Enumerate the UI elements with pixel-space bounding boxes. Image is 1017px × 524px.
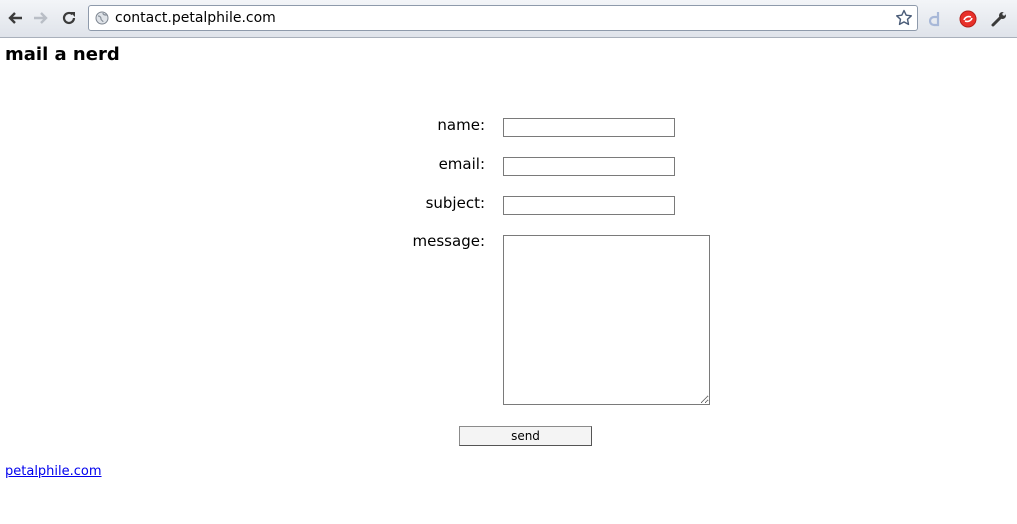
globe-icon <box>95 11 109 25</box>
forward-arrow-icon <box>34 12 48 24</box>
page-title: mail a nerd <box>5 44 120 65</box>
subject-label: subject: <box>425 194 485 212</box>
delicious-extension-icon <box>929 12 940 27</box>
email-label: email: <box>438 155 485 173</box>
back-button[interactable] <box>4 8 26 28</box>
settings-button[interactable] <box>989 9 1009 29</box>
back-arrow-icon <box>8 12 22 24</box>
message-label: message: <box>412 232 485 250</box>
footer-home-link[interactable]: petalphile.com <box>5 464 102 479</box>
forward-button[interactable] <box>30 8 52 28</box>
star-icon[interactable] <box>895 9 913 27</box>
subject-input[interactable] <box>503 196 675 215</box>
email-input[interactable] <box>503 157 675 176</box>
message-textarea[interactable] <box>503 235 710 405</box>
send-button[interactable]: send <box>459 426 592 446</box>
address-url[interactable]: contact.petalphile.com <box>115 10 276 26</box>
address-bar[interactable]: contact.petalphile.com <box>88 5 918 31</box>
browser-toolbar: contact.petalphile.com <box>0 0 1017 38</box>
delicious-extension-button[interactable] <box>926 9 946 29</box>
reload-icon <box>62 11 76 25</box>
name-label: name: <box>437 116 485 134</box>
red-extension-icon <box>959 10 977 28</box>
name-input[interactable] <box>503 118 675 137</box>
reload-button[interactable] <box>58 8 80 28</box>
wrench-icon <box>991 12 1006 27</box>
red-extension-button[interactable] <box>958 9 978 29</box>
